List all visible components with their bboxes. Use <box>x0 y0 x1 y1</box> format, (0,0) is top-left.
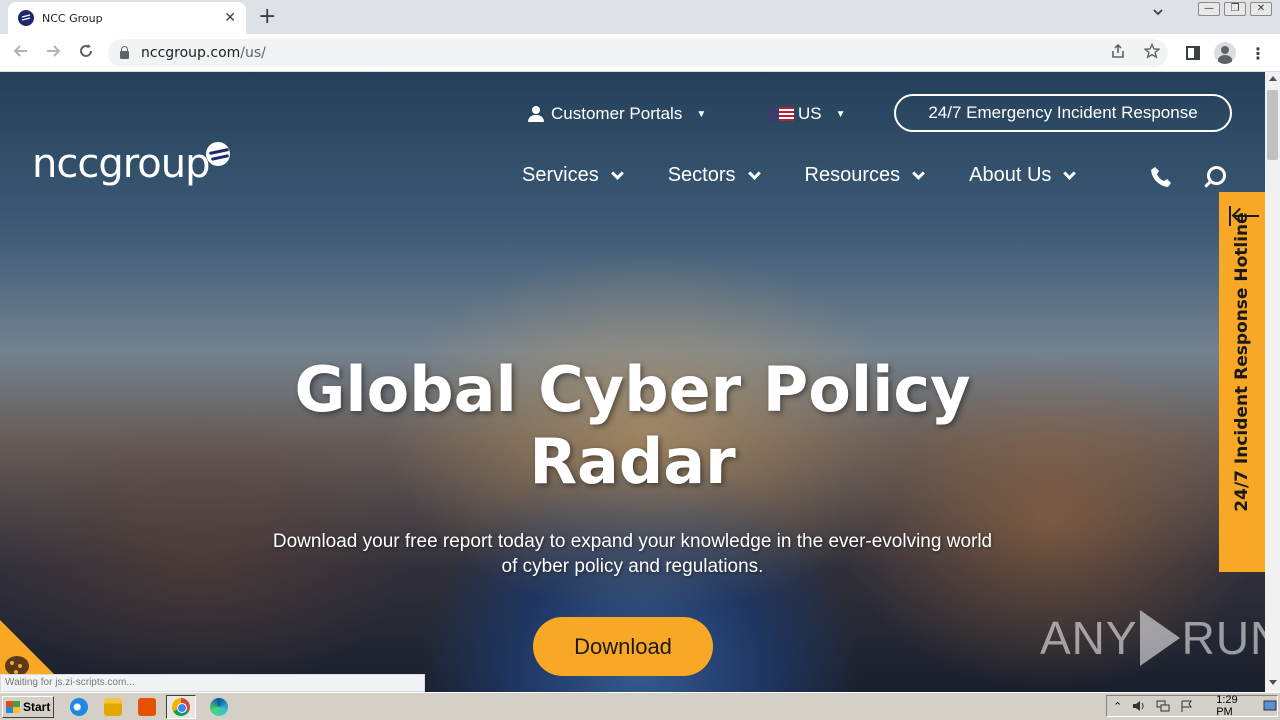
file-explorer-icon[interactable] <box>104 697 122 716</box>
hero-title-line2: Radar <box>529 425 736 498</box>
new-tab-button[interactable]: + <box>258 4 276 29</box>
lock-icon[interactable] <box>120 45 129 59</box>
windows-logo-icon <box>6 700 20 713</box>
share-icon[interactable] <box>1110 43 1126 63</box>
play-icon <box>1139 610 1180 666</box>
ncc-favicon-icon <box>18 10 34 26</box>
nccgroup-logo[interactable]: nccgroup <box>32 141 230 187</box>
hero-subtitle-line1: Download your free report today to expan… <box>272 531 993 552</box>
nav-resources[interactable]: Resources <box>804 164 925 187</box>
browser-status-bar: Waiting for js.zi-scripts.com... <box>0 674 425 692</box>
network-icon[interactable] <box>1156 700 1170 712</box>
media-player-icon[interactable] <box>138 697 156 716</box>
nav-services[interactable]: Services <box>522 164 624 187</box>
download-button[interactable]: Download <box>533 617 713 676</box>
browser-tab[interactable]: NCC Group ✕ <box>8 2 246 34</box>
reload-icon[interactable] <box>77 42 95 65</box>
address-bar: nccgroup.com/us/ <box>0 34 1280 72</box>
nav-label: Resources <box>804 164 901 186</box>
start-button[interactable]: Start <box>2 695 54 718</box>
hero-subtitle: Download your free report today to expan… <box>200 529 1065 579</box>
chevron-down-icon <box>610 166 624 180</box>
hero-subtitle-line2: of cyber policy and regulations. <box>501 556 764 577</box>
phone-icon[interactable] <box>1150 166 1172 188</box>
browser-toolbar-right: ⋮ <box>1186 42 1266 64</box>
windows-taskbar: Start ⌃ 1:29 PM <box>0 692 1280 720</box>
close-window-icon[interactable]: ✕ <box>1250 2 1272 16</box>
browser-tab-bar: NCC Group ✕ + — ❐ ✕ <box>0 0 1280 34</box>
region-label: US <box>798 104 822 123</box>
caret-down-icon: ▼ <box>835 108 846 120</box>
show-desktop-icon[interactable] <box>1263 700 1277 712</box>
main-nav: Services Sectors Resources About Us <box>522 164 1120 187</box>
chevron-down-icon <box>747 166 761 180</box>
nav-label: Services <box>522 164 599 186</box>
chrome-icon <box>172 697 190 716</box>
chevron-down-icon <box>1063 166 1077 180</box>
tab-search-chevron-icon[interactable] <box>1152 6 1164 22</box>
chrome-taskbar-button[interactable] <box>166 694 196 719</box>
chevron-down-icon <box>912 166 925 180</box>
tab-title: NCC Group <box>42 11 103 25</box>
internet-explorer-icon[interactable] <box>70 697 88 716</box>
close-tab-icon[interactable]: ✕ <box>224 10 236 26</box>
flag-icon[interactable] <box>1180 700 1194 712</box>
page-scrollbar[interactable] <box>1265 72 1280 692</box>
logo-text: nccgroup <box>32 141 211 187</box>
region-selector[interactable]: US ▼ <box>768 104 846 124</box>
scroll-down-arrow-icon[interactable] <box>1269 680 1277 685</box>
forward-arrow-icon[interactable] <box>44 42 62 65</box>
scroll-up-arrow-icon[interactable] <box>1269 76 1277 81</box>
side-panel-icon[interactable] <box>1186 46 1200 60</box>
clock[interactable]: 1:29 PM <box>1216 694 1253 718</box>
page-hero: Customer Portals ▼ US ▼ 24/7 Emergency I… <box>0 72 1265 692</box>
url-field[interactable]: nccgroup.com/us/ <box>108 39 1168 67</box>
incident-hotline-tab[interactable]: 24/7 Incident Response Hotline <box>1219 192 1265 572</box>
back-arrow-icon[interactable] <box>12 42 30 65</box>
tray-expand-icon[interactable]: ⌃ <box>1113 700 1122 713</box>
caret-down-icon: ▼ <box>696 108 707 120</box>
watermark-right: RUN <box>1181 612 1265 664</box>
volume-icon[interactable] <box>1132 700 1146 712</box>
scroll-thumb[interactable] <box>1267 90 1278 160</box>
customer-portals-label: Customer Portals <box>551 104 683 123</box>
bookmark-star-icon[interactable] <box>1143 42 1161 63</box>
customer-portals-dropdown[interactable]: Customer Portals ▼ <box>528 104 706 124</box>
nav-label: Sectors <box>667 164 736 186</box>
system-tray: ⌃ 1:29 PM <box>1106 694 1278 718</box>
restore-icon[interactable]: ❐ <box>1224 2 1246 16</box>
anyrun-watermark: ANY RUN <box>1040 610 1265 666</box>
hero-title: Global Cyber Policy Radar <box>240 354 1025 498</box>
cookie-icon[interactable] <box>5 656 29 676</box>
browser-menu-icon[interactable]: ⋮ <box>1250 44 1266 63</box>
us-flag-icon <box>768 107 794 121</box>
edge-icon[interactable] <box>210 697 228 716</box>
emergency-response-button[interactable]: 24/7 Emergency Incident Response <box>894 94 1232 132</box>
url-text: nccgroup.com/us/ <box>141 45 266 61</box>
profile-avatar-icon[interactable] <box>1214 42 1236 64</box>
watermark-left: ANY <box>1040 612 1138 664</box>
start-label: Start <box>23 699 51 714</box>
window-controls: — ❐ ✕ <box>1198 2 1272 16</box>
search-icon[interactable] <box>1202 166 1226 188</box>
hero-title-line1: Global Cyber Policy <box>294 353 971 426</box>
logo-mark-icon <box>205 142 230 166</box>
nav-sectors[interactable]: Sectors <box>667 164 761 187</box>
nav-label: About Us <box>969 164 1052 186</box>
user-icon <box>528 106 544 122</box>
hotline-label: 24/7 Incident Response Hotline <box>1232 212 1252 512</box>
minimize-icon[interactable]: — <box>1198 2 1220 16</box>
nav-about-us[interactable]: About Us <box>969 164 1077 187</box>
